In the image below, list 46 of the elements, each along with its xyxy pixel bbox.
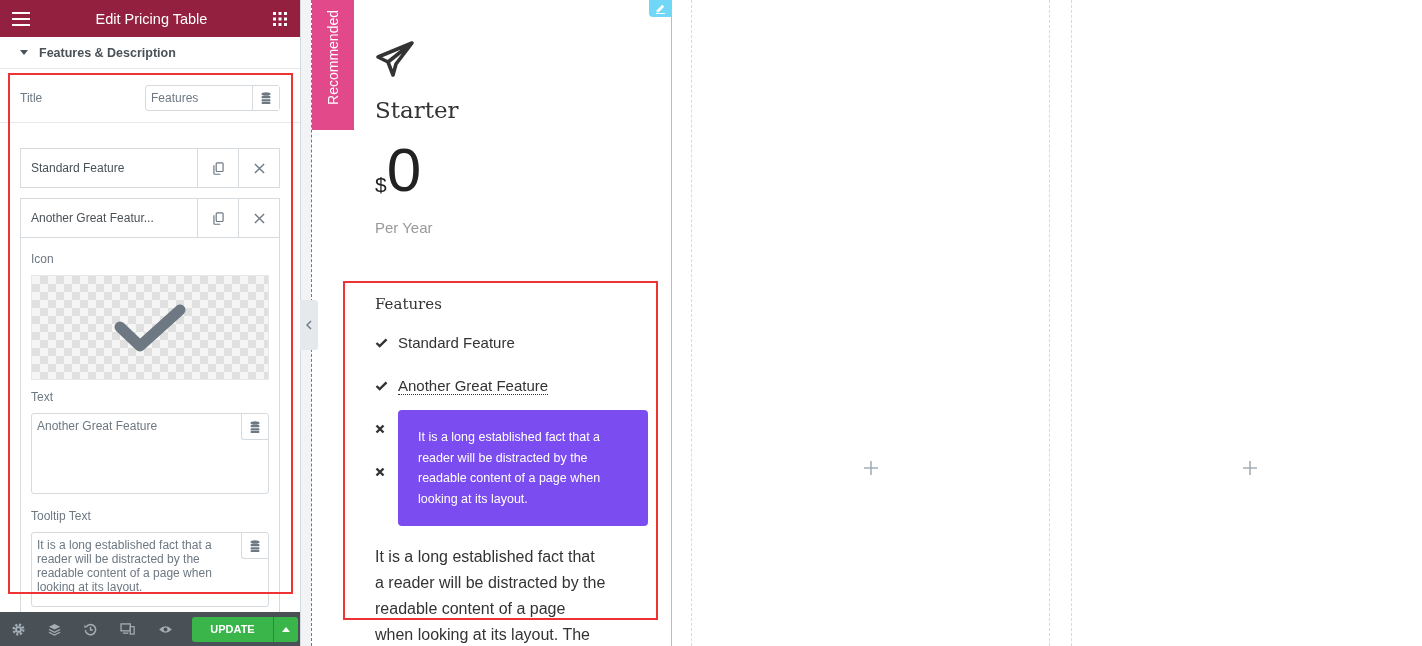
- chevron-icon: [306, 320, 312, 330]
- panel-title: Edit Pricing Table: [95, 10, 208, 27]
- features-title: Features: [375, 295, 442, 313]
- currency-symbol: $: [375, 173, 387, 197]
- database-icon: [261, 92, 271, 104]
- field-label: Icon: [31, 252, 55, 266]
- database-icon: [250, 420, 260, 433]
- copy-icon: [212, 161, 224, 175]
- close-icon: [253, 162, 265, 174]
- checkmark-icon: [113, 302, 187, 353]
- tooltip: It is a long established fact that a reader will be distracted by the readable content of a page when looking at its layout.: [398, 410, 648, 526]
- title-field[interactable]: Features: [145, 85, 280, 111]
- caret-icon: [282, 626, 290, 632]
- add-element-icon[interactable]: [1243, 461, 1257, 475]
- feature-text: Standard Feature: [398, 334, 515, 351]
- field-label: Title: [20, 91, 43, 105]
- price-period: Per Year: [375, 219, 433, 236]
- icon-preview[interactable]: [31, 275, 269, 380]
- description-text: It is a long established fact that a reader will be distracted by the readable content of a page when looking at its layout. The: [375, 547, 607, 645]
- layers-icon[interactable]: [48, 622, 61, 636]
- text-area-field[interactable]: Another Great Feature: [31, 413, 269, 494]
- field-label: Text: [31, 390, 54, 404]
- update-options-button[interactable]: [273, 616, 298, 642]
- dynamic-tags-button[interactable]: [252, 86, 279, 110]
- repeater-item-title[interactable]: Another Great Featur...: [21, 199, 197, 237]
- database-icon: [250, 539, 260, 552]
- recommended-ribbon: Recommended: [312, 0, 354, 130]
- copy-icon: [212, 211, 224, 225]
- plan-name: Starter: [375, 97, 459, 123]
- text-area-field[interactable]: It is a long established fact that a reader will be distracted by the readable content of a page when looking at its layout.: [31, 532, 269, 607]
- menu-icon[interactable]: [12, 11, 30, 26]
- dynamic-tags-button[interactable]: [241, 414, 268, 440]
- paper-plane-icon: [375, 40, 415, 80]
- field-label: Tooltip Text: [31, 509, 92, 523]
- section-toggle[interactable]: Features & Description: [0, 37, 300, 69]
- repeater-item-title[interactable]: Standard Feature: [21, 149, 197, 187]
- eye-icon[interactable]: [158, 624, 173, 634]
- settings-icon[interactable]: [12, 622, 25, 636]
- dynamic-tags-button[interactable]: [241, 533, 268, 559]
- price-amount: 0: [386, 137, 422, 203]
- responsive-icon[interactable]: [120, 623, 135, 635]
- grid-icon[interactable]: [273, 11, 287, 26]
- history-icon[interactable]: [84, 622, 97, 636]
- feature-text: Another Great Feature: [398, 376, 549, 395]
- close-icon: [253, 212, 265, 224]
- repeater-item[interactable]: Standard Feature: [20, 148, 280, 188]
